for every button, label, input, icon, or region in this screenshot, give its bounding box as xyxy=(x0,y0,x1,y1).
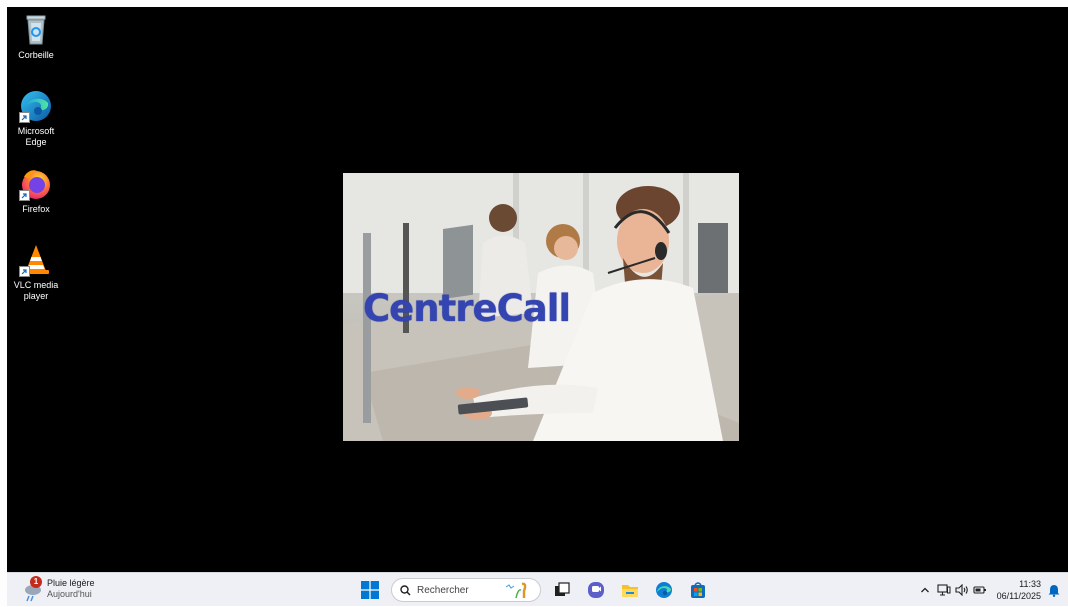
desktop-icon-firefox[interactable]: Firefox xyxy=(7,167,65,215)
screen: Corbeille Microsoft Edge Firefox VLC med… xyxy=(0,0,1068,606)
weather-subtitle: Aujourd'hui xyxy=(47,589,92,599)
taskbar-pinned-apps xyxy=(357,576,719,604)
taskbar-clock[interactable]: 11:33 06/11/2025 xyxy=(997,578,1041,602)
desktop-icon-microsoft-edge[interactable]: Microsoft Edge xyxy=(7,89,65,148)
shortcut-arrow-icon xyxy=(19,266,30,277)
volume-icon xyxy=(955,584,968,596)
shortcut-arrow-icon xyxy=(19,190,30,201)
desktop-icon-label: VLC media player xyxy=(13,280,59,301)
taskbar: 1 Pluie légère Aujourd'hui Rechercher 11… xyxy=(7,572,1068,606)
rain-cloud-icon: 1 xyxy=(21,576,45,602)
show-hidden-icons-button[interactable] xyxy=(920,585,930,595)
system-tray: 11:33 06/11/2025 xyxy=(913,576,1060,604)
weather-badge: 1 xyxy=(30,576,42,588)
desktop-icon-recycle-bin[interactable]: Corbeille xyxy=(7,13,65,61)
recycle-bin-icon xyxy=(19,13,53,47)
app-splash-window[interactable]: CentreCall xyxy=(343,173,739,441)
chevron-up-icon xyxy=(920,587,929,593)
notification-bell-icon xyxy=(1048,584,1060,597)
taskbar-search[interactable] xyxy=(391,578,541,602)
search-input[interactable] xyxy=(417,584,507,596)
shortcut-arrow-icon xyxy=(19,112,30,123)
desktop[interactable]: Corbeille Microsoft Edge Firefox VLC med… xyxy=(7,7,1068,572)
app-brand-logo: CentreCall xyxy=(363,287,571,330)
search-icon xyxy=(400,584,411,596)
quick-settings-button[interactable] xyxy=(937,584,987,596)
task-view-icon xyxy=(555,582,570,596)
edge-icon xyxy=(656,582,672,598)
edge-icon xyxy=(19,89,53,123)
vlc-icon xyxy=(19,243,53,277)
desktop-icon-label: Corbeille xyxy=(18,50,54,60)
file-explorer-button[interactable] xyxy=(617,577,643,603)
microsoft-store-button[interactable] xyxy=(685,577,711,603)
firefox-icon xyxy=(19,167,53,201)
desktop-icon-label: Microsoft Edge xyxy=(17,126,55,147)
weather-widget[interactable]: 1 Pluie légère Aujourd'hui xyxy=(21,576,95,602)
desktop-icon-vlc[interactable]: VLC media player xyxy=(7,243,65,302)
microsoft-store-icon xyxy=(691,582,705,598)
windows-start-icon xyxy=(361,581,379,599)
network-icon xyxy=(937,584,951,596)
clock-time: 11:33 xyxy=(1019,579,1041,589)
clock-date: 06/11/2025 xyxy=(996,591,1041,601)
notifications-button[interactable] xyxy=(1048,584,1060,597)
start-button[interactable] xyxy=(357,577,383,603)
battery-icon xyxy=(973,586,986,594)
task-view-button[interactable] xyxy=(549,577,575,603)
teams-chat-icon xyxy=(588,582,604,598)
file-explorer-icon xyxy=(622,585,638,597)
edge-taskbar-button[interactable] xyxy=(651,577,677,603)
desktop-icon-label: Firefox xyxy=(22,204,50,214)
search-highlight-icon xyxy=(505,582,527,599)
weather-title: Pluie légère xyxy=(47,578,95,588)
teams-chat-button[interactable] xyxy=(583,577,609,603)
